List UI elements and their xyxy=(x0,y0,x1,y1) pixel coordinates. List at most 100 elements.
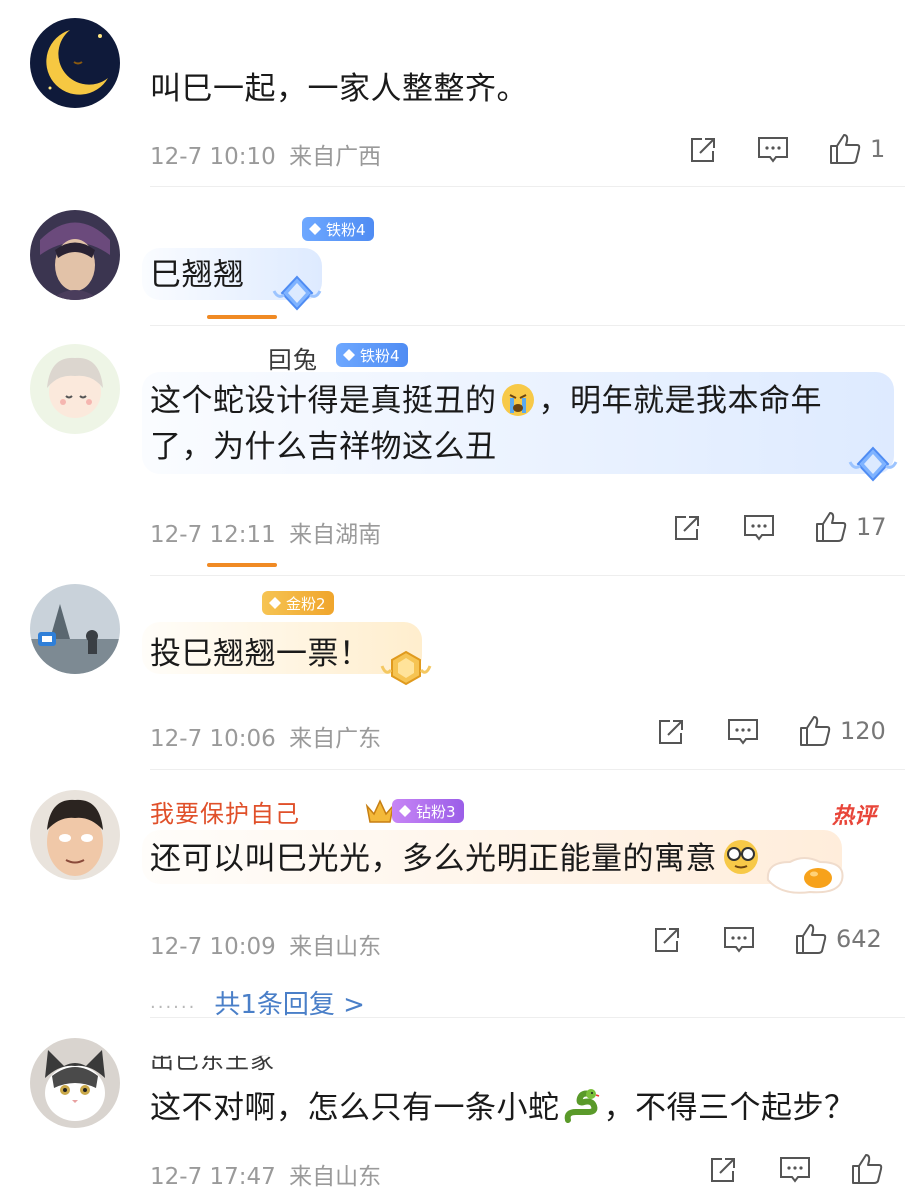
comment-text-line: 巳翘翘 xyxy=(150,257,245,293)
like-button[interactable] xyxy=(850,1152,892,1186)
comment-meta: 12-7 10:09 来自山东 xyxy=(150,927,381,961)
reply-dots: ······ xyxy=(150,997,197,1018)
comment-icon xyxy=(728,719,758,745)
comment-item: 我要保护自己 钻粉3 热评 还可以叫巳光光，多么光明正能量的寓意 12-7 10… xyxy=(0,770,905,1020)
avatar[interactable] xyxy=(30,1038,120,1128)
like-count: 642 xyxy=(836,925,882,953)
like-button[interactable]: 17 xyxy=(814,510,887,544)
diamond-badge-icon xyxy=(848,446,898,482)
diamond-icon xyxy=(343,349,355,361)
like-count: 17 xyxy=(856,513,887,541)
share-icon xyxy=(675,516,699,540)
comment-item: 囙兔 铁粉4 这个蛇设计得是真挺丑的 ，明年就是我本命年 了，为什么吉祥物这么丑 … xyxy=(0,326,905,574)
share-button[interactable] xyxy=(686,134,718,166)
share-icon xyxy=(659,720,683,744)
comment-text-line: 这个蛇设计得是真挺丑的 xyxy=(150,383,497,419)
comment-text-line: ，不得三个起步？ xyxy=(603,1090,856,1126)
timestamp: 12-7 10:06 xyxy=(150,726,276,752)
comment-button[interactable] xyxy=(778,1154,812,1186)
like-count: 120 xyxy=(840,717,886,745)
avatar[interactable] xyxy=(30,584,120,674)
location: 来自山东 xyxy=(289,1164,382,1190)
comment-meta: 12-7 17:47 来自山东 xyxy=(150,1157,381,1191)
timestamp: 12-7 17:47 xyxy=(150,1164,276,1190)
comment-text-line: 叫巳一起，一家人整整齐。 xyxy=(150,71,528,107)
comment-text-line: 还可以叫巳光光，多么光明正能量的寓意 xyxy=(150,841,717,877)
share-button[interactable] xyxy=(650,924,682,956)
avatar[interactable] xyxy=(30,18,120,108)
comment-text: 这个蛇设计得是真挺丑的 ，明年就是我本命年 了，为什么吉祥物这么丑 xyxy=(150,378,822,470)
diamond-icon xyxy=(269,597,281,609)
location: 来自湖南 xyxy=(289,522,382,548)
badge-label: 钻粉3 xyxy=(416,802,456,821)
share-icon xyxy=(691,138,715,162)
comment-item: 铁粉4 巳翘翘 xyxy=(0,188,905,324)
fried-egg-icon xyxy=(766,857,844,894)
snake-emoji-icon xyxy=(564,1089,599,1123)
scroll-indicator xyxy=(207,315,277,319)
like-button[interactable]: 120 xyxy=(798,714,886,748)
username[interactable]: 出巳东王家 xyxy=(150,1056,275,1075)
comment-button[interactable] xyxy=(756,134,790,166)
timestamp: 12-7 12:11 xyxy=(150,522,276,548)
share-button[interactable] xyxy=(654,716,686,748)
comment-meta: 12-7 10:06 来自广东 xyxy=(150,719,381,753)
badge-label: 金粉2 xyxy=(286,594,326,613)
share-button[interactable] xyxy=(706,1154,738,1186)
gold-badge-icon xyxy=(380,650,432,686)
like-count: 1 xyxy=(870,135,886,163)
like-button[interactable]: 1 xyxy=(828,132,885,166)
divider xyxy=(150,186,905,187)
comment-icon xyxy=(758,137,788,163)
badge-label: 铁粉4 xyxy=(360,346,400,365)
like-button[interactable]: 642 xyxy=(794,922,882,956)
username[interactable]: 我要保护自己 xyxy=(150,794,300,829)
diamond-badge-icon xyxy=(272,275,322,311)
share-icon xyxy=(655,928,679,952)
replies-label: 共1条回复 > xyxy=(214,990,365,1020)
fan-badge[interactable]: 金粉2 xyxy=(262,591,334,615)
username[interactable]: 囙兔 xyxy=(268,340,318,375)
glasses-emoji-icon xyxy=(724,840,758,874)
hot-comment-label: 热评 xyxy=(832,804,877,829)
fan-badge[interactable]: 钻粉3 xyxy=(392,799,464,823)
comment-text-line: ，明年就是我本命年 xyxy=(538,383,822,419)
comment-meta: 12-7 10:10 来自广西 xyxy=(150,137,381,171)
location: 来自广东 xyxy=(289,726,382,752)
comment-text: 投巳翘翘一票！ xyxy=(150,631,371,677)
comment-button[interactable] xyxy=(722,924,756,956)
share-icon xyxy=(711,1158,735,1182)
timestamp: 12-7 10:10 xyxy=(150,144,276,170)
comment-text: 还可以叫巳光光，多么光明正能量的寓意 xyxy=(150,836,761,882)
comment-text-line: 投巳翘翘一票！ xyxy=(150,636,371,672)
comment-text: 巳翘翘 xyxy=(150,252,245,298)
thumbs-up-icon xyxy=(830,134,861,164)
comment-item: 金粉2 投巳翘翘一票！ 12-7 10:06 来自广东 120 xyxy=(0,576,905,768)
diamond-icon xyxy=(309,223,321,235)
comment-button[interactable] xyxy=(742,512,776,544)
thumbs-up-icon xyxy=(800,716,831,746)
avatar[interactable] xyxy=(30,344,120,434)
comment-item: 叫巳一起，一家人整整齐。 12-7 10:10 来自广西 1 xyxy=(0,0,905,185)
comment-text: 这不对啊，怎么只有一条小蛇 ，不得三个起步？ xyxy=(150,1085,856,1131)
comment-text: 叫巳一起，一家人整整齐。 xyxy=(150,66,528,112)
comment-meta: 12-7 12:11 来自湖南 xyxy=(150,515,381,549)
thumbs-up-icon xyxy=(796,924,827,954)
fan-badge[interactable]: 铁粉4 xyxy=(302,217,374,241)
scroll-indicator xyxy=(207,563,277,567)
comment-text-line: 这不对啊，怎么只有一条小蛇 xyxy=(150,1090,560,1126)
comment-icon xyxy=(780,1157,810,1183)
comment-text-line: 了，为什么吉祥物这么丑 xyxy=(150,429,497,465)
comment-icon xyxy=(724,927,754,953)
location: 来自广西 xyxy=(289,144,382,170)
timestamp: 12-7 10:09 xyxy=(150,934,276,960)
thumbs-up-icon xyxy=(816,512,847,542)
fan-badge[interactable]: 铁粉4 xyxy=(336,343,408,367)
comment-button[interactable] xyxy=(726,716,760,748)
crying-emoji-icon xyxy=(501,384,534,416)
share-button[interactable] xyxy=(670,512,702,544)
view-replies-link[interactable]: ······ 共1条回复 > xyxy=(150,984,365,1021)
avatar[interactable] xyxy=(30,210,120,300)
avatar[interactable] xyxy=(30,790,120,880)
thumbs-up-icon xyxy=(852,1154,883,1184)
